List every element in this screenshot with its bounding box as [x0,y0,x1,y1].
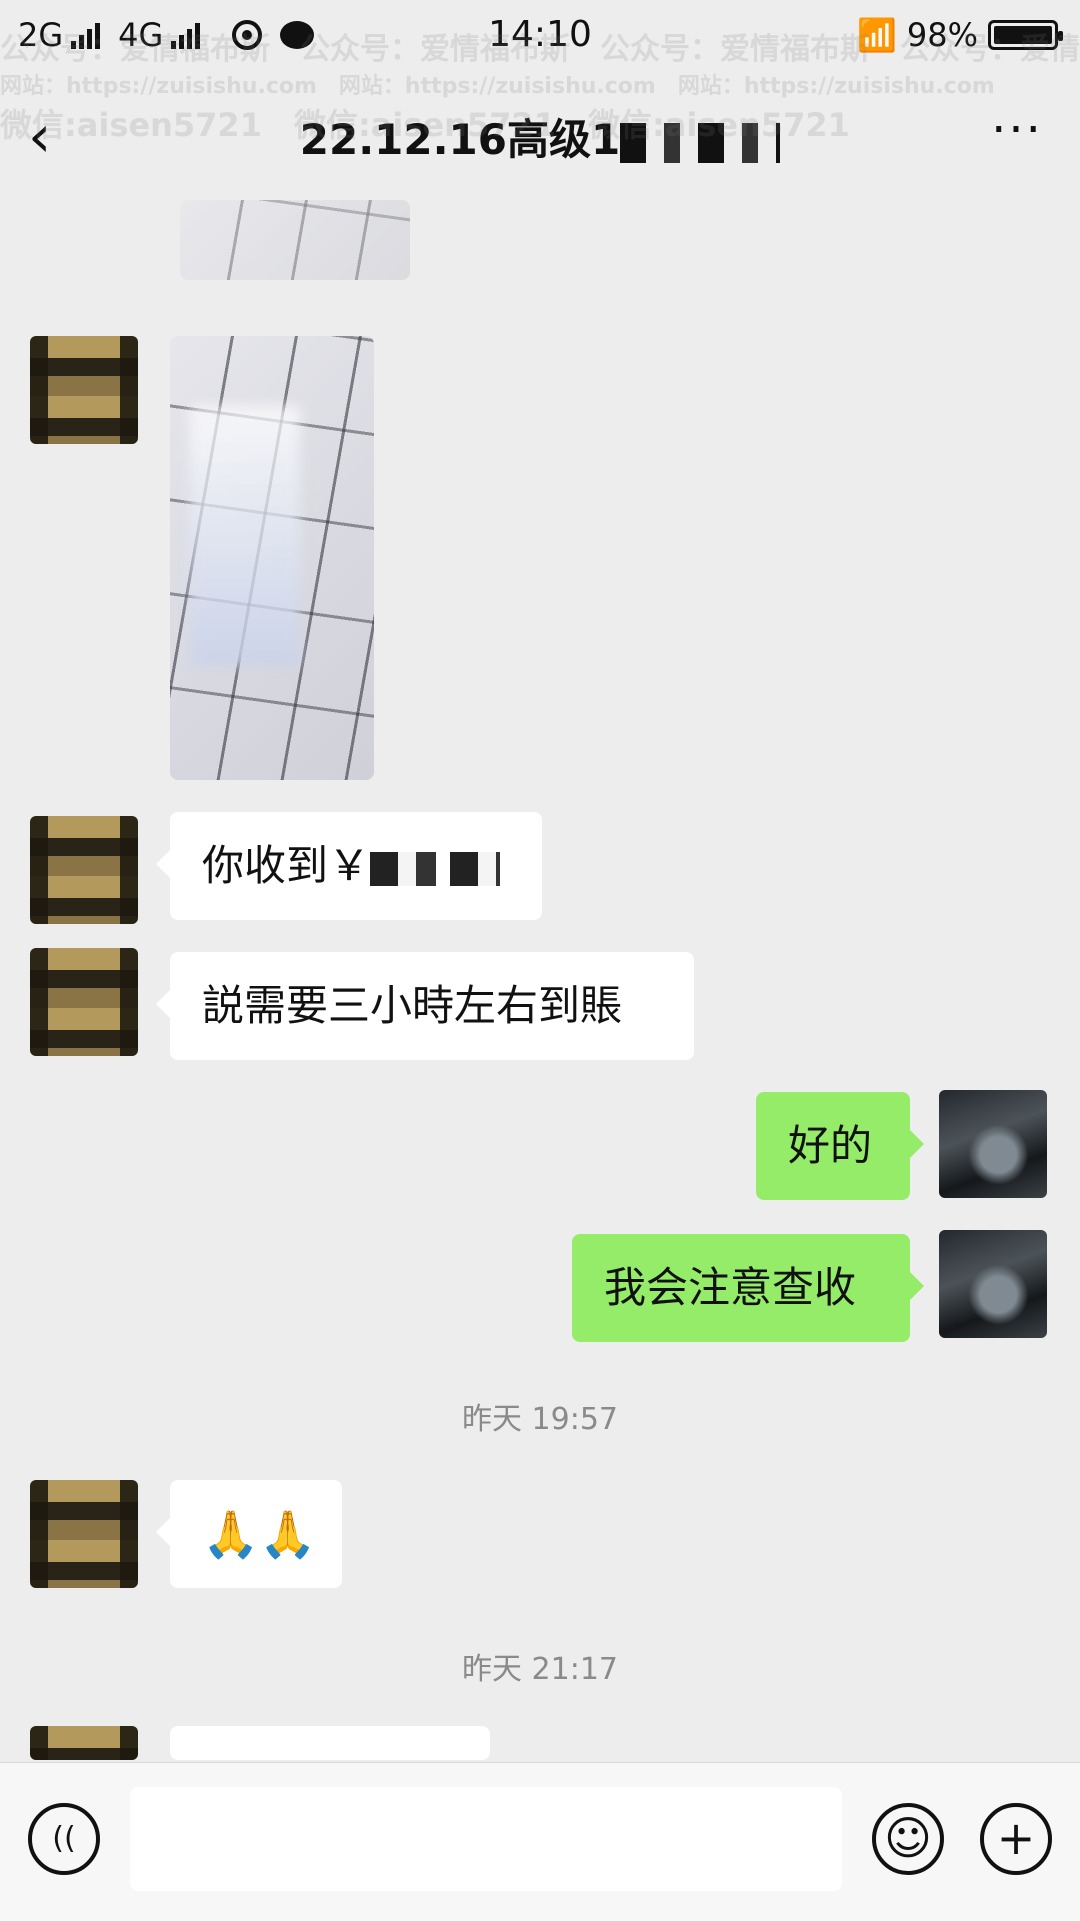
status-bar: 2G 4G 14:10 📶 98% [0,0,1080,76]
message-bubble[interactable]: 我会注意查收 [572,1234,924,1342]
more-button[interactable]: ··· [982,106,1052,166]
input-bar: (( ☺ + [0,1762,1080,1921]
status-right: 📶 98% [857,16,1063,54]
chat-title: 22.12.16高级1 [0,106,1080,167]
avatar[interactable] [30,1480,138,1588]
my-avatar[interactable] [939,1090,1047,1198]
avatar[interactable] [30,948,138,1056]
avatar[interactable] [30,816,138,924]
voice-button[interactable]: (( [28,1803,100,1875]
avatar[interactable] [30,336,138,444]
more-dots-icon: ··· [991,102,1043,158]
avatar[interactable] [30,1726,138,1760]
redacted-amount [370,851,501,886]
battery-icon [988,20,1063,50]
image-message-partial[interactable] [180,200,410,280]
my-avatar[interactable] [939,1230,1047,1338]
message-bubble[interactable]: 🙏🙏 [156,1480,342,1588]
message-bubble[interactable]: 説需要三小時左右到賬 [156,952,694,1060]
message-bubble-partial[interactable] [156,1726,490,1792]
redacted-title-part [620,122,781,163]
chat-title-text: 22.12.16高级1 [299,115,621,164]
voice-icon: (( [52,1821,76,1856]
timestamp: 昨天 21:17 [462,1652,618,1687]
redacted-area [190,406,300,666]
message-text: 我会注意查收 [604,1263,857,1312]
emoji-button[interactable]: ☺ [872,1803,944,1875]
plus-button[interactable]: + [980,1803,1052,1875]
image-message[interactable] [170,336,374,780]
message-input[interactable] [130,1787,842,1891]
message-bubble[interactable]: 你收到￥ [156,812,542,920]
chat-header: ‹ 22.12.16高级1 ··· [0,76,1080,200]
timestamp: 昨天 19:57 [462,1402,618,1437]
wifi-icon: 📶 [857,16,897,54]
message-text: 你收到￥ [202,841,371,890]
message-text: 🙏🙏 [202,1507,317,1561]
emoji-icon: ☺ [884,1811,932,1865]
message-text: 好的 [788,1121,873,1170]
chat-area[interactable]: 你收到￥ 説需要三小時左右到賬 好的 我会注意查收 昨天 19:57 🙏🙏 昨天… [0,200,1080,1792]
plus-icon: + [996,1811,1036,1865]
message-text: 説需要三小時左右到賬 [202,981,623,1030]
battery-percent: 98% [906,16,978,54]
message-bubble[interactable]: 好的 [756,1092,924,1200]
